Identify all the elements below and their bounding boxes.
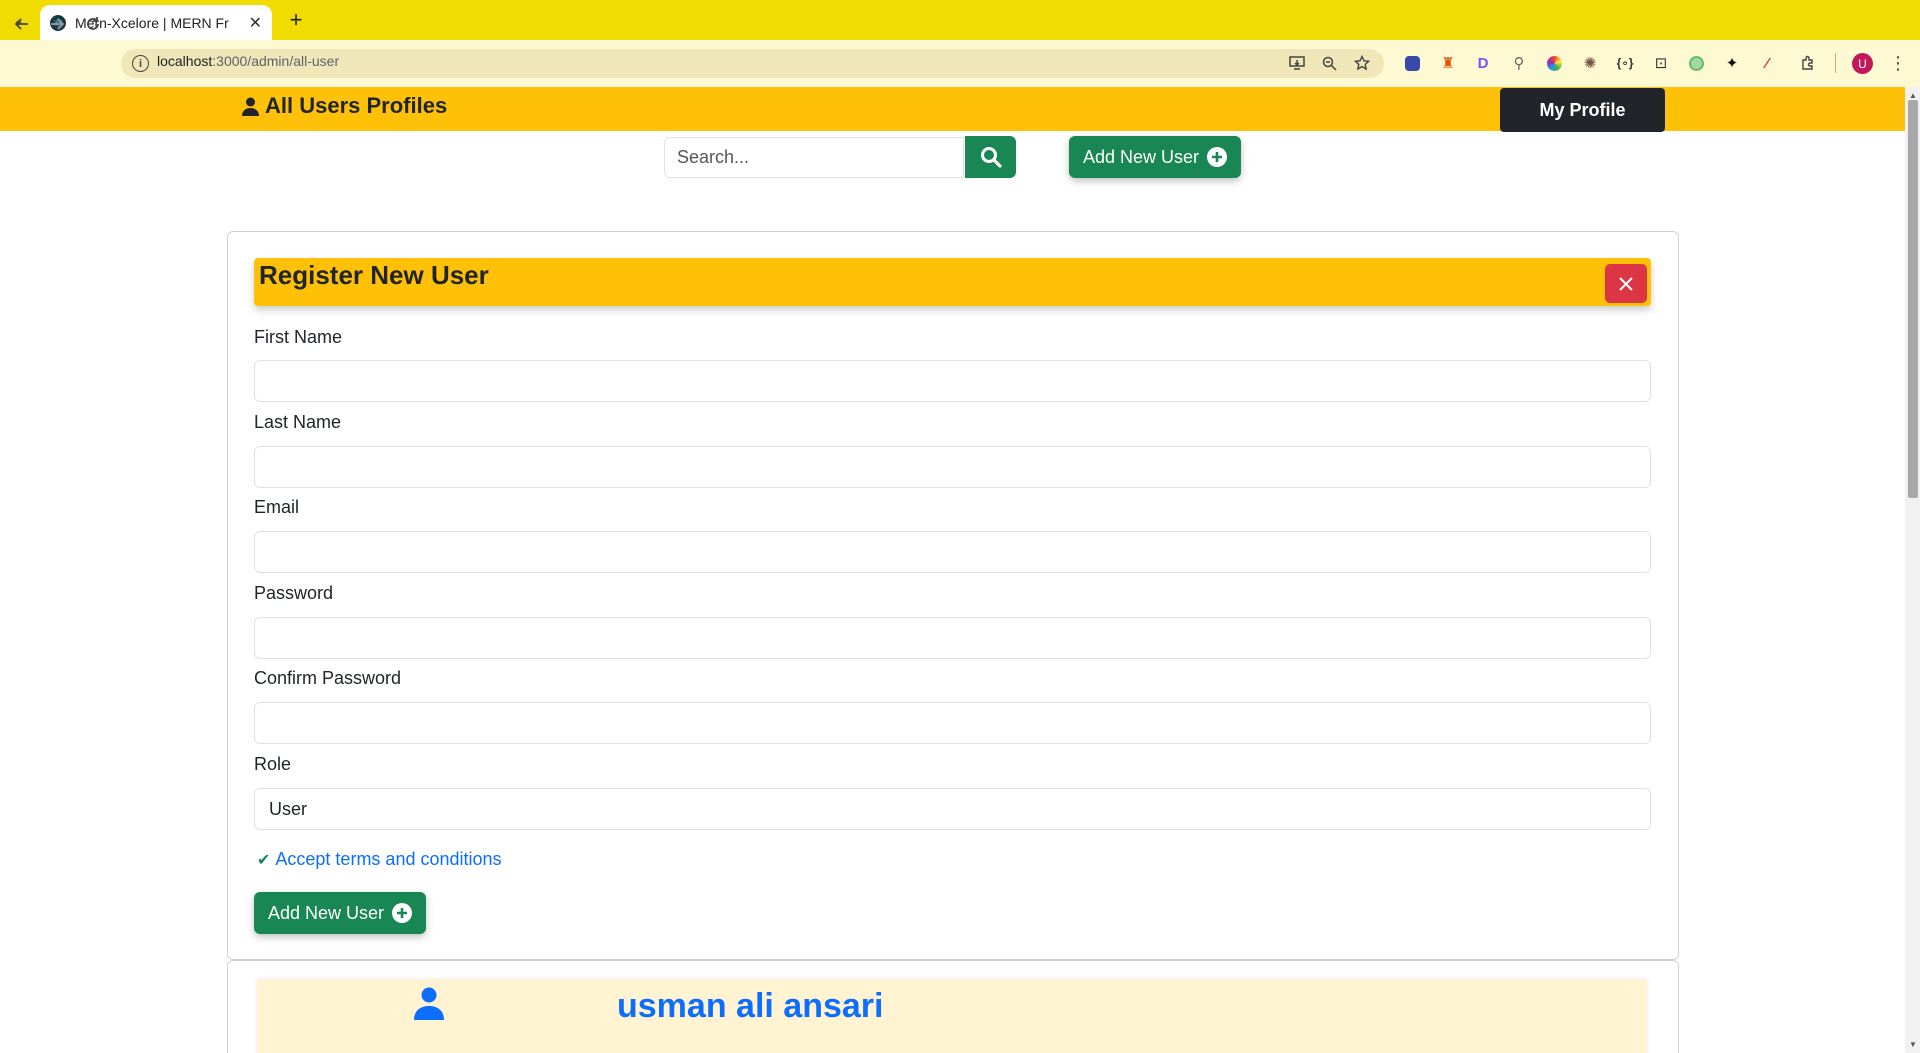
search-icon: [980, 147, 1002, 168]
add-new-user-toggle-button[interactable]: Add New User: [1069, 136, 1241, 178]
plus-circle-icon: [392, 903, 413, 923]
browser-tab-active[interactable]: ⚛ Mern-Xcelore | MERN Fr ✕: [40, 5, 272, 40]
role-select[interactable]: User: [254, 788, 1651, 830]
search-button[interactable]: [965, 136, 1016, 178]
user-name: usman ali ansari: [617, 987, 884, 1025]
tab-close-icon[interactable]: ✕: [249, 13, 262, 33]
email-label: Email: [254, 497, 300, 517]
extension-globe-icon[interactable]: [1684, 51, 1708, 75]
extension-puzzle-dark-icon[interactable]: ✦: [1720, 51, 1744, 75]
add-new-user-submit-button[interactable]: Add New User: [254, 892, 426, 934]
user-card-panel: [257, 979, 1647, 1053]
terms-checkbox[interactable]: ✔ Accept terms and conditions: [257, 849, 502, 870]
page-title: All Users Profiles: [242, 93, 447, 119]
extension-pen-icon[interactable]: ⁄: [1755, 51, 1779, 75]
register-card-title: Register New User: [259, 260, 489, 290]
user-avatar-icon: [414, 987, 444, 1025]
site-info-icon[interactable]: i: [132, 55, 149, 72]
extension-color-wheel-icon[interactable]: [1542, 51, 1566, 75]
last-name-label: Last Name: [254, 412, 342, 432]
app-header: All Users Profiles My Profile: [0, 87, 1905, 132]
close-form-button[interactable]: [1605, 264, 1647, 303]
password-field[interactable]: [254, 617, 1651, 659]
profile-avatar[interactable]: U: [1852, 53, 1873, 74]
password-label: Password: [254, 583, 334, 603]
zoom-icon[interactable]: [1318, 52, 1340, 74]
extension-capture-icon[interactable]: ⊡: [1649, 51, 1673, 75]
extension-bug-icon[interactable]: ✺: [1578, 51, 1602, 75]
browser-menu-icon[interactable]: ⋮: [1888, 51, 1908, 75]
first-name-label: First Name: [254, 327, 343, 347]
plus-circle-icon: [1207, 147, 1228, 167]
checkmark-icon: ✔: [257, 851, 271, 869]
role-label: Role: [254, 754, 292, 774]
first-name-field[interactable]: [254, 360, 1651, 402]
role-selected-value: User: [269, 798, 308, 819]
email-field[interactable]: [254, 531, 1651, 573]
scroll-down-arrow-icon[interactable]: ▼: [1909, 1040, 1917, 1049]
new-tab-plus-icon[interactable]: +: [282, 7, 310, 32]
extension-rocket-icon[interactable]: ♜: [1436, 51, 1460, 75]
search-input[interactable]: [664, 137, 964, 178]
back-arrow-icon[interactable]: [8, 10, 36, 38]
terms-link[interactable]: Accept terms and conditions: [275, 849, 501, 870]
scroll-up-arrow-icon[interactable]: ▲: [1909, 91, 1917, 100]
last-name-field[interactable]: [254, 446, 1651, 488]
extensions-puzzle-icon[interactable]: [1796, 51, 1820, 75]
user-icon: [242, 97, 259, 116]
forward-arrow-icon[interactable]: [43, 10, 71, 38]
toolbar-divider: [1835, 53, 1836, 73]
confirm-password-field[interactable]: [254, 702, 1651, 744]
extension-magnifier-icon[interactable]: ⚲: [1507, 51, 1531, 75]
extension-braces-icon[interactable]: {∘}: [1613, 51, 1637, 75]
reload-icon[interactable]: [79, 10, 107, 38]
confirm-password-label: Confirm Password: [254, 668, 402, 688]
close-icon: [1619, 276, 1633, 291]
page-viewport: All Users Profiles My Profile Add New Us…: [0, 87, 1905, 1053]
address-url[interactable]: localhost:3000/admin/all-user: [157, 53, 339, 69]
my-profile-button[interactable]: My Profile: [1500, 88, 1665, 132]
bookmark-star-icon[interactable]: [1351, 52, 1373, 74]
extension-d-icon[interactable]: D: [1471, 51, 1495, 75]
extension-search-icon[interactable]: [1400, 51, 1424, 75]
install-app-icon[interactable]: [1286, 52, 1308, 74]
scrollbar-thumb[interactable]: [1908, 100, 1918, 498]
